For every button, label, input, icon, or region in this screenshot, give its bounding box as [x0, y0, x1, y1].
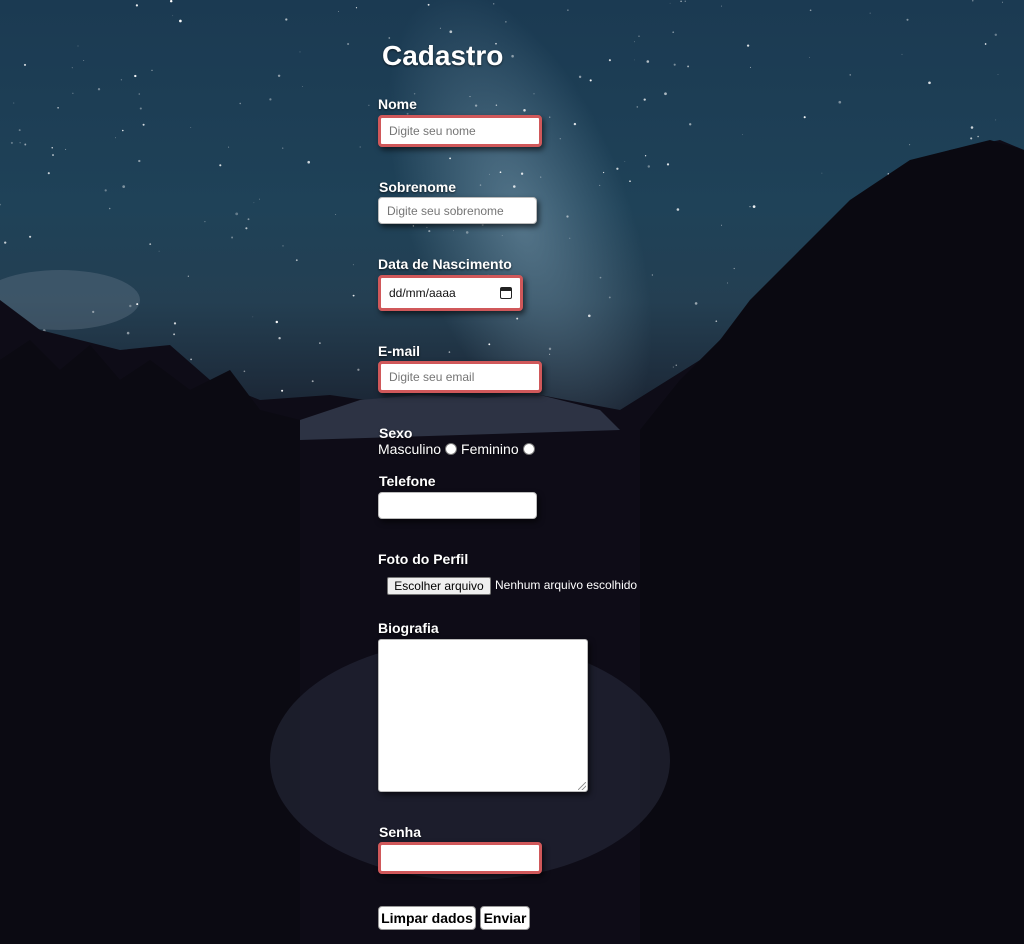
- feminino-label: Feminino: [461, 441, 519, 457]
- sobrenome-placeholder: Digite seu sobrenome: [387, 203, 504, 218]
- foto-label: Foto do Perfil: [378, 551, 469, 567]
- page-title: Cadastro: [382, 40, 504, 71]
- feminino-radio[interactable]: [522, 443, 535, 455]
- telefone-label: Telefone: [379, 473, 436, 489]
- sexo-label: Sexo: [379, 425, 413, 441]
- nome-label: Nome: [378, 96, 417, 112]
- calendar-icon[interactable]: [500, 287, 512, 299]
- biografia-textarea[interactable]: [378, 639, 588, 792]
- nome-input[interactable]: Digite seu nome: [378, 115, 542, 147]
- senha-input[interactable]: [378, 842, 542, 874]
- nascimento-value: dd/mm/aaaa: [389, 286, 456, 300]
- telefone-input[interactable]: [378, 492, 537, 519]
- email-label: E-mail: [378, 343, 421, 359]
- choose-file-button[interactable]: Escolher arquivo: [387, 577, 491, 595]
- nome-placeholder: Digite seu nome: [389, 124, 476, 138]
- email-input[interactable]: Digite seu email: [378, 361, 542, 393]
- submit-button[interactable]: Enviar: [480, 906, 530, 930]
- senha-label: Senha: [379, 824, 422, 840]
- email-placeholder: Digite seu email: [389, 370, 475, 384]
- biografia-label: Biografia: [378, 620, 439, 636]
- sobrenome-input[interactable]: Digite seu sobrenome: [378, 197, 537, 224]
- masculino-label: Masculino: [378, 441, 442, 457]
- file-status: Nenhum arquivo escolhido: [495, 578, 638, 592]
- resize-grip-icon[interactable]: [578, 782, 586, 790]
- nascimento-label: Data de Nascimento: [378, 256, 512, 272]
- sexo-options: Masculino Feminino: [378, 441, 539, 457]
- masculino-radio[interactable]: [445, 443, 458, 455]
- nascimento-date-input[interactable]: dd/mm/aaaa: [378, 275, 523, 311]
- registration-form: Cadastro Nome Digite seu nome Sobrenome …: [0, 0, 1024, 944]
- clear-button[interactable]: Limpar dados: [378, 906, 476, 930]
- sobrenome-label: Sobrenome: [379, 179, 457, 195]
